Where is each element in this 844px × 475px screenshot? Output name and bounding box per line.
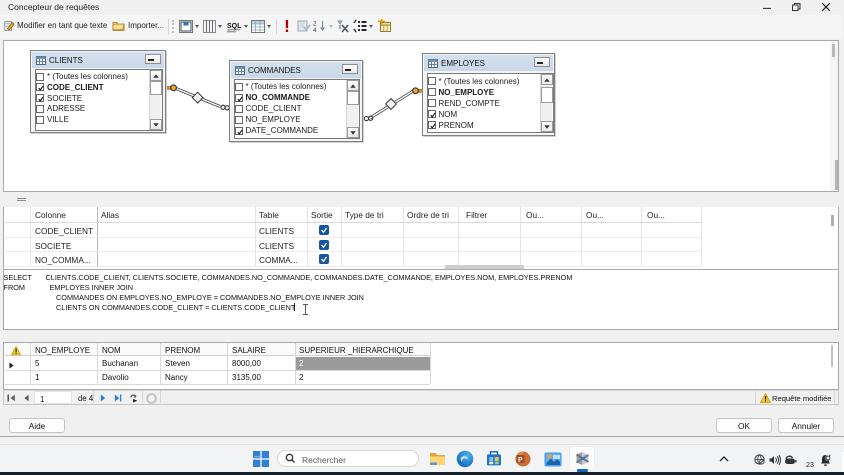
svg-text:4: 4: [313, 27, 317, 33]
svg-text:P: P: [518, 457, 523, 464]
svg-text:SQL: SQL: [227, 23, 242, 30]
